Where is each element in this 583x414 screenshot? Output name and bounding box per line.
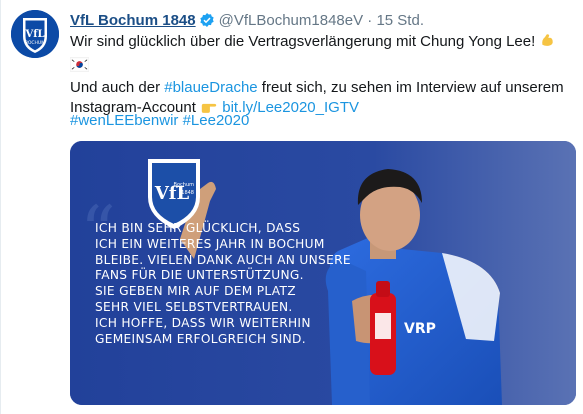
crest-year-text: 1848: [181, 190, 194, 196]
flexed-biceps-emoji-icon: [539, 32, 556, 55]
hashtag-blauedrache[interactable]: #blaueDrache: [164, 79, 257, 96]
hashtag-lee2020[interactable]: #Lee2020: [183, 112, 250, 129]
tweet-line-2-suffix: freut sich, zu sehen im Interview auf un…: [257, 79, 564, 96]
svg-text:BOCHUM: BOCHUM: [25, 40, 45, 46]
tweet-line-2: Und auch der #blaueDrache freut sich, zu…: [70, 78, 575, 98]
avatar[interactable]: VfL BOCHUM: [11, 10, 59, 58]
display-name[interactable]: VfL Bochum 1848: [70, 12, 196, 29]
tweet-text: Wir sind glücklich über die Vertragsverl…: [69, 32, 575, 121]
player-quote: Ich bin sehr glücklich, dass ich ein wei…: [95, 221, 351, 347]
jersey-sponsor-text: VRP: [404, 321, 436, 337]
tweet-line-2-prefix: Und auch der: [70, 79, 165, 96]
coca-cola-bottle-icon: [370, 281, 396, 375]
quote-line: Sie geben mir auf dem Platz: [95, 284, 296, 299]
quote-line: Ich bin sehr glücklich, dass: [95, 221, 301, 235]
quote-line: sehr viel Selbstvertrauen.: [95, 299, 293, 314]
separator-dot: ·: [367, 12, 373, 29]
quote-line: Ich hoffe, dass wir weiterhin: [95, 315, 311, 330]
vfl-crest-icon: VfL BOCHUM: [11, 10, 59, 58]
hashtag-row: #wenLEEbenwir #Lee2020: [70, 111, 249, 131]
verified-badge-icon: [199, 12, 215, 34]
tweet-timestamp[interactable]: 15 Std.: [376, 12, 424, 29]
south-korea-flag-emoji-icon: [69, 57, 90, 78]
svg-text:VfL: VfL: [24, 29, 44, 40]
quote-line: Fans für die Unterstützung.: [95, 268, 304, 283]
quote-line: ich ein weiteres Jahr in Bochum: [95, 236, 325, 251]
hashtag-wenleebenwir[interactable]: #wenLEEbenwir: [70, 112, 178, 129]
tweet[interactable]: VfL BOCHUM VfL Bochum 1848 @VfLBochum1848…: [0, 0, 583, 414]
tweet-line-1: Wir sind glücklich über die Vertragsverl…: [69, 32, 575, 78]
tweet-header: VfL Bochum 1848 @VfLBochum1848eV · 15 Std…: [70, 11, 424, 34]
crest-bochum-text: Bochum: [174, 182, 195, 188]
tweet-line-1-text: Wir sind glücklich über die Vertragsverl…: [70, 33, 536, 50]
account-handle[interactable]: @VfLBochum1848eV: [219, 12, 364, 29]
tweet-media-image[interactable]: “ VRP VfL Bochum 1848 Ich: [70, 141, 576, 405]
quote-line: bleibe. Vielen Dank auch an unsere: [95, 252, 351, 267]
quote-line: gemeinsam erfolgreich sind.: [95, 331, 306, 346]
